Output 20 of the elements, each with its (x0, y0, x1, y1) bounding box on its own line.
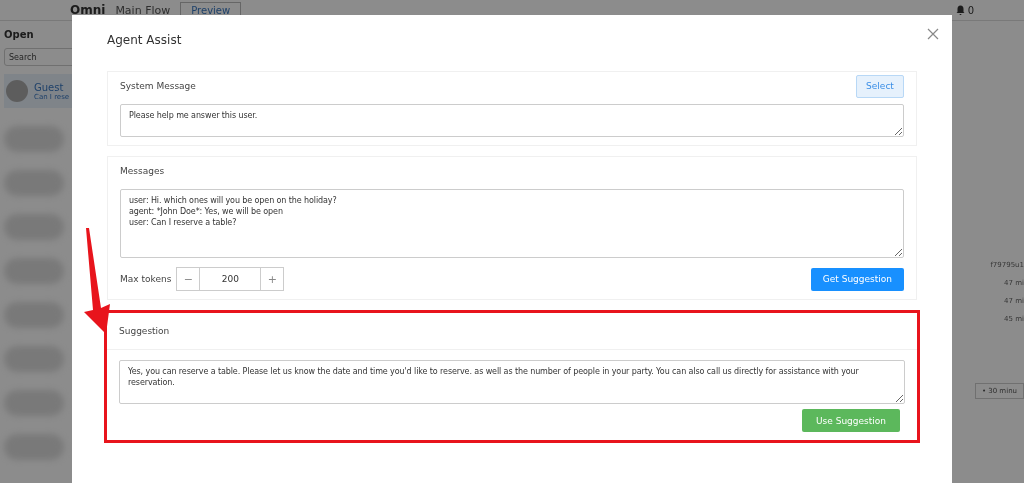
bell-icon[interactable] (955, 5, 965, 15)
system-message-field[interactable]: Please help me answer this user. (120, 104, 904, 137)
avatar (6, 80, 28, 102)
section-label: System Message (120, 81, 196, 91)
section-label: Suggestion (119, 326, 170, 336)
max-tokens-field[interactable]: 200 (199, 268, 262, 290)
notification-count: 0 (967, 4, 974, 16)
max-tokens-stepper[interactable]: − 200 + (176, 267, 285, 291)
breadcrumb-item[interactable]: Main Flow (115, 3, 171, 17)
suggestion-field[interactable]: Yes, you can reserve a table. Please let us know the date and time you'd like to reserve. as well as the number of people in your party. You can also call us directly for assistance with your reservation. (119, 360, 905, 404)
section-label: Messages (120, 166, 165, 176)
dialog-title: Agent Assist (107, 32, 183, 49)
breadcrumb-item[interactable]: Omni (70, 3, 106, 17)
close-icon[interactable] (926, 27, 940, 41)
status-filter[interactable]: Open (4, 29, 76, 40)
use-suggestion-button[interactable]: Use Suggestion (802, 409, 900, 432)
max-tokens-label: Max tokens (120, 274, 172, 284)
select-button[interactable]: Select (856, 74, 904, 98)
messages-field[interactable]: user: Hi. which ones will you be open on the holiday? agent: *John Doe*: Yes, we will be open user: Can I reserve a table? (120, 189, 904, 258)
get-suggestion-button[interactable]: Get Suggestion (810, 267, 904, 291)
